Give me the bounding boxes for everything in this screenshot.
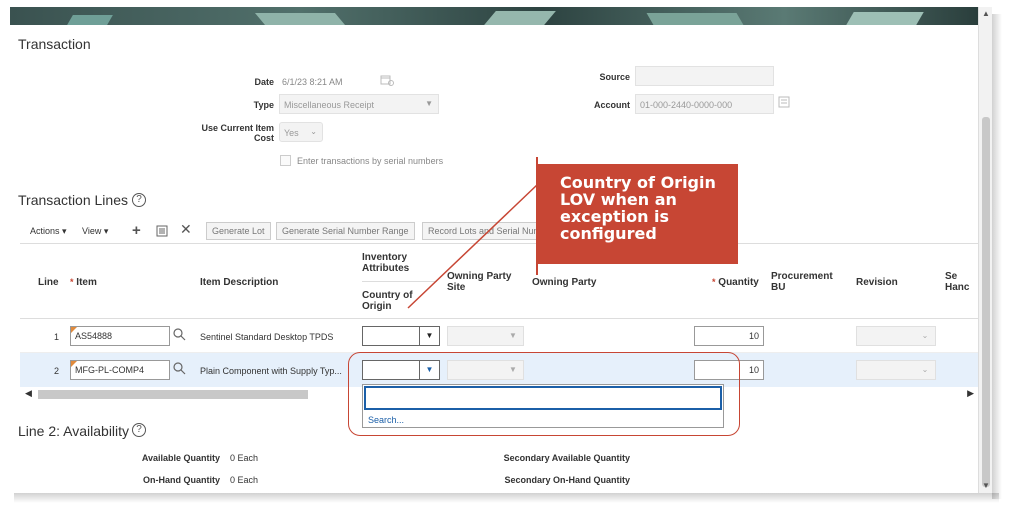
date-label: Date: [254, 77, 274, 87]
search-icon[interactable]: [173, 362, 186, 380]
col-item: * Item: [70, 277, 97, 288]
row2-revision-select[interactable]: ⌄: [856, 360, 936, 380]
row1-owning-party-site-select[interactable]: ▼: [447, 326, 524, 346]
onhand-qty-label: On-Hand Quantity: [143, 475, 220, 485]
available-qty-label: Available Quantity: [141, 453, 220, 463]
header-banner: [10, 7, 978, 25]
chevron-down-icon: ⌄: [921, 331, 929, 340]
row1-item-input[interactable]: AS54888: [70, 326, 170, 346]
col-line: Line: [38, 277, 59, 288]
onhand-qty-value: 0 Each: [230, 475, 259, 485]
help-icon[interactable]: ?: [132, 193, 146, 207]
scroll-thumb[interactable]: [982, 117, 990, 487]
col-item-description: Item Description: [200, 277, 279, 288]
chevron-down-icon: ▼: [419, 327, 439, 345]
serial-checkbox[interactable]: [280, 155, 291, 166]
chevron-down-icon: ▼: [425, 99, 433, 108]
row2-description: Plain Component with Supply Typ...: [200, 366, 342, 376]
generate-lot-button[interactable]: Generate Lot: [206, 222, 271, 240]
chevron-down-icon: ▼: [509, 331, 517, 340]
account-picker-icon[interactable]: [778, 96, 790, 111]
account-field[interactable]: 01-000-2440-0000-000: [635, 94, 774, 114]
scroll-down-icon[interactable]: ▼: [981, 481, 991, 491]
row2-item-input[interactable]: MFG-PL-COMP4: [70, 360, 170, 380]
use-current-cost-label: Use Current Item Cost: [201, 123, 274, 143]
scroll-right-icon[interactable]: ▶: [967, 388, 974, 399]
scroll-thumb[interactable]: [38, 390, 308, 399]
type-label: Type: [253, 100, 274, 110]
help-icon[interactable]: ?: [132, 423, 146, 437]
col-owning-party: Owning Party: [532, 277, 597, 288]
row2-line: 2: [54, 366, 60, 376]
use-current-cost-select[interactable]: Yes ⌄: [279, 122, 323, 142]
available-qty-value: 0 Each: [230, 453, 259, 463]
col-revision: Revision: [856, 277, 898, 288]
row1-line: 1: [54, 332, 60, 342]
row1-revision-select[interactable]: ⌄: [856, 326, 936, 346]
use-current-cost-value: Yes: [284, 128, 299, 138]
transaction-title: Transaction: [18, 36, 91, 52]
chevron-down-icon: ⌄: [921, 365, 929, 374]
add-icon[interactable]: +: [132, 222, 141, 239]
scroll-left-icon[interactable]: ◀: [25, 388, 32, 399]
scroll-up-icon[interactable]: ▲: [981, 9, 991, 19]
search-icon[interactable]: [173, 328, 186, 346]
source-label: Source: [599, 72, 630, 82]
window-shadow: [992, 14, 1002, 499]
col-serial-handling: Se Hanc: [945, 271, 970, 293]
chevron-down-icon: ⌄: [310, 127, 317, 136]
row1-description: Sentinel Standard Desktop TPDS: [200, 332, 334, 342]
type-value: Miscellaneous Receipt: [284, 100, 375, 110]
callout-pointer-diagonal: [407, 183, 539, 309]
callout-highlight-ring: [348, 352, 740, 436]
calendar-icon: [380, 74, 394, 89]
detach-icon[interactable]: [156, 224, 168, 242]
row1-quantity-input[interactable]: 10: [694, 326, 764, 346]
type-select[interactable]: Miscellaneous Receipt ▼: [279, 94, 439, 114]
vertical-scrollbar[interactable]: ▲ ▼: [978, 7, 992, 493]
col-procurement-bu: Procurement BU: [771, 271, 833, 293]
secondary-onhand-label: Secondary On-Hand Quantity: [504, 475, 630, 485]
delete-icon[interactable]: ✕: [180, 221, 192, 238]
col-inventory-attributes: Inventory Attributes: [362, 252, 410, 274]
account-label: Account: [594, 100, 630, 110]
serial-checkbox-label: Enter transactions by serial numbers: [297, 156, 444, 166]
transaction-lines-title: Transaction Lines: [18, 192, 128, 208]
divider: [20, 318, 978, 319]
availability-title: Line 2: Availability: [18, 423, 130, 439]
secondary-available-label: Secondary Available Quantity: [503, 453, 630, 463]
transaction-window: Transaction Date 6/1/23 8:21 AM Type Mis…: [10, 7, 978, 493]
generate-serial-button[interactable]: Generate Serial Number Range: [276, 222, 415, 240]
source-field[interactable]: [635, 66, 774, 86]
callout-box: Country of Origin LOV when an exception …: [538, 164, 738, 264]
window-shadow: [14, 493, 999, 503]
date-value: 6/1/23 8:21 AM: [282, 77, 343, 87]
actions-menu[interactable]: Actions ▾: [30, 226, 67, 237]
view-menu[interactable]: View ▾: [82, 226, 108, 237]
col-quantity: * Quantity: [712, 277, 759, 288]
row1-country-origin-select[interactable]: ▼: [362, 326, 440, 346]
